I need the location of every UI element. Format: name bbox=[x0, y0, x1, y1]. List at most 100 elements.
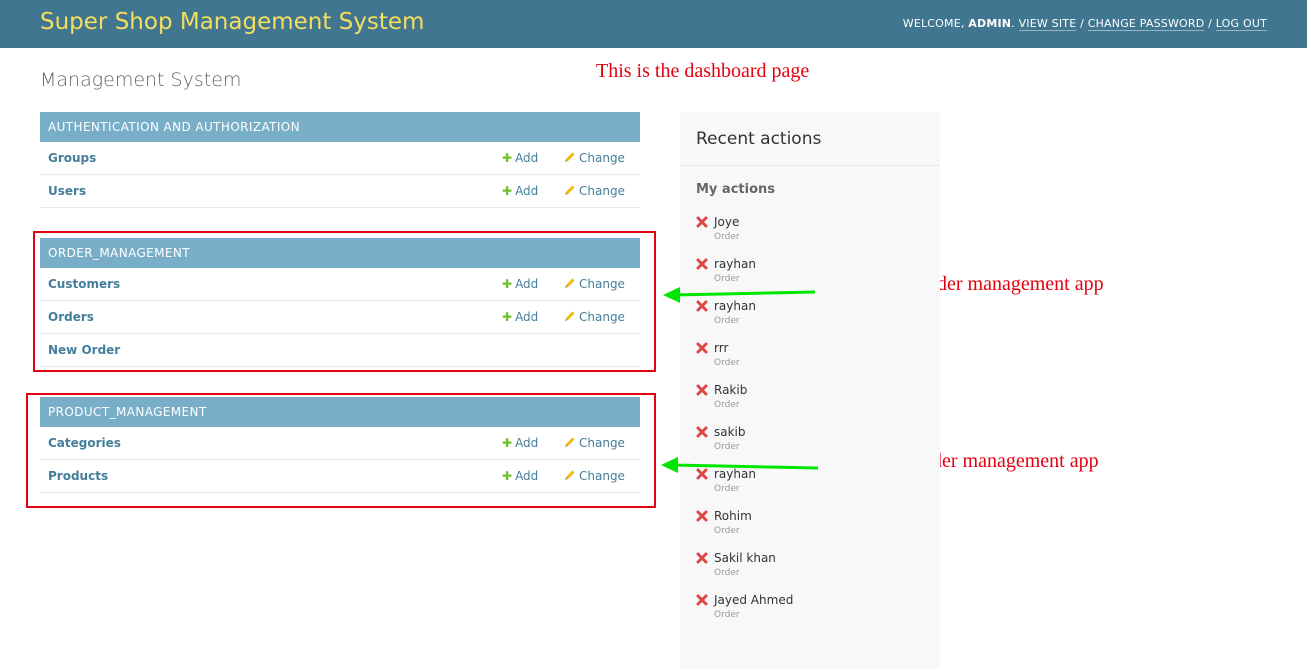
add-customers-button[interactable]: ✚ Add bbox=[502, 277, 538, 291]
action-type: Order bbox=[714, 400, 740, 410]
change-label: Change bbox=[579, 436, 625, 450]
plus-icon: ✚ bbox=[502, 310, 513, 324]
view-site-link[interactable]: VIEW SITE bbox=[1018, 17, 1077, 31]
model-link-customers[interactable]: Customers bbox=[48, 277, 120, 291]
pencil-icon bbox=[565, 185, 575, 195]
action-link[interactable]: rayhan bbox=[714, 257, 756, 271]
username: ADMIN bbox=[968, 17, 1012, 30]
delete-icon bbox=[696, 384, 708, 396]
change-label: Change bbox=[579, 310, 625, 324]
recent-actions-panel: Recent actions My actions Joye Order ray… bbox=[680, 112, 940, 669]
delete-icon bbox=[696, 342, 708, 354]
model-link-categories[interactable]: Categories bbox=[48, 436, 121, 450]
pencil-icon bbox=[565, 311, 575, 321]
action-type: Order bbox=[714, 484, 740, 494]
annotation-dashboard: This is the dashboard page bbox=[596, 60, 810, 82]
table-row: Categories ✚ Add Change bbox=[40, 427, 640, 460]
plus-icon: ✚ bbox=[502, 277, 513, 291]
change-products-button[interactable]: Change bbox=[564, 469, 625, 483]
add-label: Add bbox=[515, 277, 539, 291]
action-type: Order bbox=[714, 316, 740, 326]
delete-icon bbox=[696, 594, 708, 606]
model-link-new-order[interactable]: New Order bbox=[48, 343, 120, 357]
change-password-link[interactable]: CHANGE PASSWORD bbox=[1087, 17, 1205, 31]
module-caption[interactable]: AUTHENTICATION AND AUTHORIZATION bbox=[40, 112, 640, 142]
action-link[interactable]: Sakil khan bbox=[714, 551, 776, 565]
list-item: Rakib Order bbox=[696, 383, 926, 419]
site-branding[interactable]: Super Shop Management System bbox=[40, 9, 424, 35]
model-link-orders[interactable]: Orders bbox=[48, 310, 94, 324]
plus-icon: ✚ bbox=[502, 184, 513, 198]
action-link[interactable]: Jayed Ahmed bbox=[714, 593, 793, 607]
change-users-button[interactable]: Change bbox=[564, 184, 625, 198]
list-item: Jayed Ahmed Order bbox=[696, 593, 926, 629]
plus-icon: ✚ bbox=[502, 469, 513, 483]
add-label: Add bbox=[515, 151, 539, 165]
delete-icon bbox=[696, 216, 708, 228]
list-item: Joye Order bbox=[696, 215, 926, 251]
user-tools: WELCOME, ADMIN. VIEW SITE / CHANGE PASSW… bbox=[902, 17, 1267, 31]
recent-actions-title: Recent actions bbox=[696, 129, 822, 149]
change-label: Change bbox=[579, 184, 625, 198]
list-item: rrr Order bbox=[696, 341, 926, 377]
action-type: Order bbox=[714, 358, 740, 368]
action-type: Order bbox=[714, 442, 740, 452]
change-categories-button[interactable]: Change bbox=[564, 436, 625, 450]
module-order-management: ORDER_MANAGEMENT Customers ✚ Add Change O… bbox=[40, 238, 640, 367]
add-label: Add bbox=[515, 310, 539, 324]
add-orders-button[interactable]: ✚ Add bbox=[502, 310, 538, 324]
add-groups-button[interactable]: ✚ Add bbox=[502, 151, 538, 165]
pencil-icon bbox=[565, 152, 575, 162]
module-caption[interactable]: PRODUCT_MANAGEMENT bbox=[40, 397, 640, 427]
divider bbox=[680, 165, 940, 166]
action-link[interactable]: rrr bbox=[714, 341, 728, 355]
delete-icon bbox=[696, 510, 708, 522]
delete-icon bbox=[696, 552, 708, 564]
add-label: Add bbox=[515, 184, 539, 198]
action-link[interactable]: Joye bbox=[714, 215, 739, 229]
action-type: Order bbox=[714, 274, 740, 284]
change-label: Change bbox=[579, 151, 625, 165]
model-link-groups[interactable]: Groups bbox=[48, 151, 96, 165]
action-link[interactable]: Rohim bbox=[714, 509, 752, 523]
change-groups-button[interactable]: Change bbox=[564, 151, 625, 165]
welcome-text: WELCOME, bbox=[902, 17, 969, 30]
table-row: New Order bbox=[40, 334, 640, 367]
plus-icon: ✚ bbox=[502, 151, 513, 165]
change-orders-button[interactable]: Change bbox=[564, 310, 625, 324]
page-title: Management System bbox=[40, 69, 242, 91]
module-auth: AUTHENTICATION AND AUTHORIZATION Groups … bbox=[40, 112, 640, 208]
pencil-icon bbox=[565, 470, 575, 480]
change-label: Change bbox=[579, 277, 625, 291]
model-link-users[interactable]: Users bbox=[48, 184, 86, 198]
action-type: Order bbox=[714, 568, 740, 578]
separator: / bbox=[1204, 17, 1216, 30]
table-row: Orders ✚ Add Change bbox=[40, 301, 640, 334]
log-out-link[interactable]: LOG OUT bbox=[1215, 17, 1267, 31]
separator: / bbox=[1076, 17, 1088, 30]
change-customers-button[interactable]: Change bbox=[564, 277, 625, 291]
delete-icon bbox=[696, 258, 708, 270]
model-link-products[interactable]: Products bbox=[48, 469, 108, 483]
arrow-icon bbox=[661, 457, 819, 473]
table-row: Products ✚ Add Change bbox=[40, 460, 640, 493]
header: Super Shop Management System WELCOME, AD… bbox=[0, 0, 1307, 48]
action-type: Order bbox=[714, 526, 740, 536]
add-users-button[interactable]: ✚ Add bbox=[502, 184, 538, 198]
table-row: Groups ✚ Add Change bbox=[40, 142, 640, 175]
action-link[interactable]: sakib bbox=[714, 425, 746, 439]
action-type: Order bbox=[714, 610, 740, 620]
delete-icon bbox=[696, 426, 708, 438]
my-actions-heading: My actions bbox=[696, 182, 776, 197]
add-products-button[interactable]: ✚ Add bbox=[502, 469, 538, 483]
add-categories-button[interactable]: ✚ Add bbox=[502, 436, 538, 450]
pencil-icon bbox=[565, 278, 575, 288]
add-label: Add bbox=[515, 436, 539, 450]
list-item: Sakil khan Order bbox=[696, 551, 926, 587]
action-type: Order bbox=[714, 232, 740, 242]
table-row: Customers ✚ Add Change bbox=[40, 268, 640, 301]
change-label: Change bbox=[579, 469, 625, 483]
module-caption[interactable]: ORDER_MANAGEMENT bbox=[40, 238, 640, 268]
action-link[interactable]: Rakib bbox=[714, 383, 747, 397]
add-label: Add bbox=[515, 469, 539, 483]
